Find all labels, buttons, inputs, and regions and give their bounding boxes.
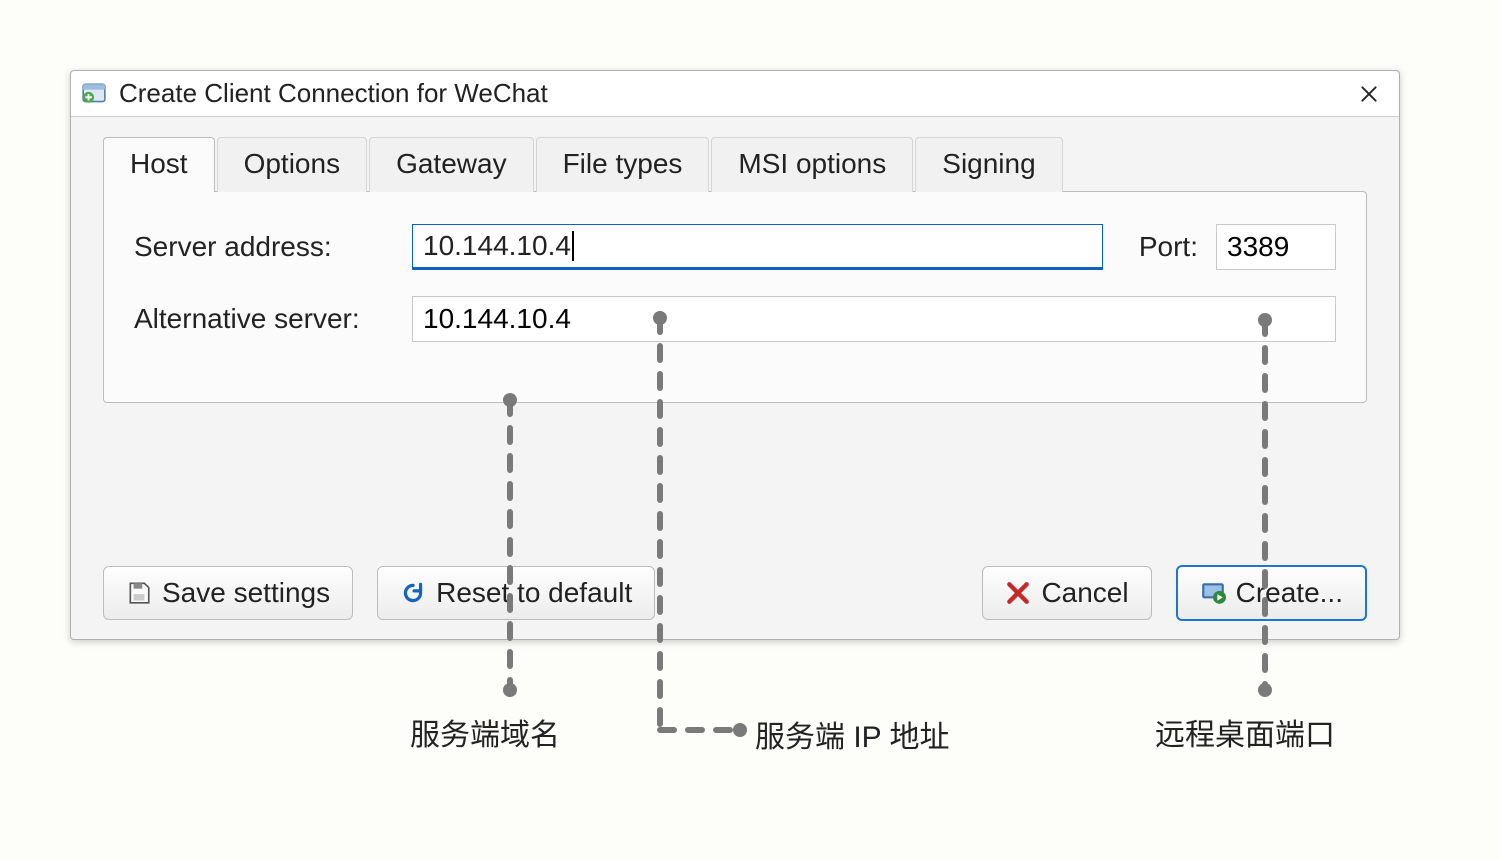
annotation-server-domain: 服务端域名: [410, 710, 560, 754]
tab-msi-options[interactable]: MSI options: [711, 137, 913, 192]
tab-label: Options: [244, 148, 341, 179]
tabpage-host: Server address: 10.144.10.4 Port: Altern…: [103, 191, 1367, 403]
tab-label: MSI options: [738, 148, 886, 179]
dialog-window: Create Client Connection for WeChat Host…: [70, 70, 1400, 640]
button-label: Cancel: [1041, 577, 1128, 609]
refresh-icon: [400, 580, 426, 606]
tab-label: Host: [130, 148, 188, 179]
tab-label: Signing: [942, 148, 1035, 179]
reset-default-button[interactable]: Reset to default: [377, 566, 655, 620]
close-icon: [1359, 84, 1379, 104]
annotation-server-ip: 服务端 IP 地址: [755, 712, 949, 756]
titlebar: Create Client Connection for WeChat: [71, 71, 1399, 117]
button-bar: Save settings Reset to default Cancel: [103, 543, 1367, 621]
save-settings-button[interactable]: Save settings: [103, 566, 353, 620]
tab-host[interactable]: Host: [103, 137, 215, 192]
tab-label: File types: [563, 148, 683, 179]
tab-gateway[interactable]: Gateway: [369, 137, 534, 192]
button-label: Create...: [1236, 577, 1343, 609]
window-plus-icon: [81, 81, 107, 107]
server-address-input[interactable]: 10.144.10.4: [412, 224, 1103, 270]
button-label: Reset to default: [436, 577, 632, 609]
button-label: Save settings: [162, 577, 330, 609]
row-server-address: Server address: 10.144.10.4 Port:: [134, 224, 1336, 270]
tab-signing[interactable]: Signing: [915, 137, 1062, 192]
x-red-icon: [1005, 580, 1031, 606]
label-server-address: Server address:: [134, 231, 394, 263]
label-alt-server: Alternative server:: [134, 303, 394, 335]
dialog-title: Create Client Connection for WeChat: [119, 78, 1349, 109]
text-caret: [572, 231, 574, 261]
cancel-button[interactable]: Cancel: [982, 566, 1151, 620]
tab-options[interactable]: Options: [217, 137, 368, 192]
label-port: Port:: [1139, 231, 1198, 263]
create-button[interactable]: Create...: [1176, 565, 1367, 621]
close-button[interactable]: [1349, 74, 1389, 114]
tab-file-types[interactable]: File types: [536, 137, 710, 192]
alt-server-input[interactable]: [412, 296, 1336, 342]
floppy-icon: [126, 580, 152, 606]
server-address-value: 10.144.10.4: [423, 230, 571, 262]
monitor-play-icon: [1200, 580, 1226, 606]
port-input[interactable]: [1216, 224, 1336, 270]
tab-label: Gateway: [396, 148, 507, 179]
dialog-client: Host Options Gateway File types MSI opti…: [71, 117, 1399, 639]
annotation-rdp-port: 远程桌面端口: [1155, 710, 1335, 754]
tab-strip: Host Options Gateway File types MSI opti…: [103, 137, 1367, 191]
row-alt-server: Alternative server:: [134, 296, 1336, 342]
